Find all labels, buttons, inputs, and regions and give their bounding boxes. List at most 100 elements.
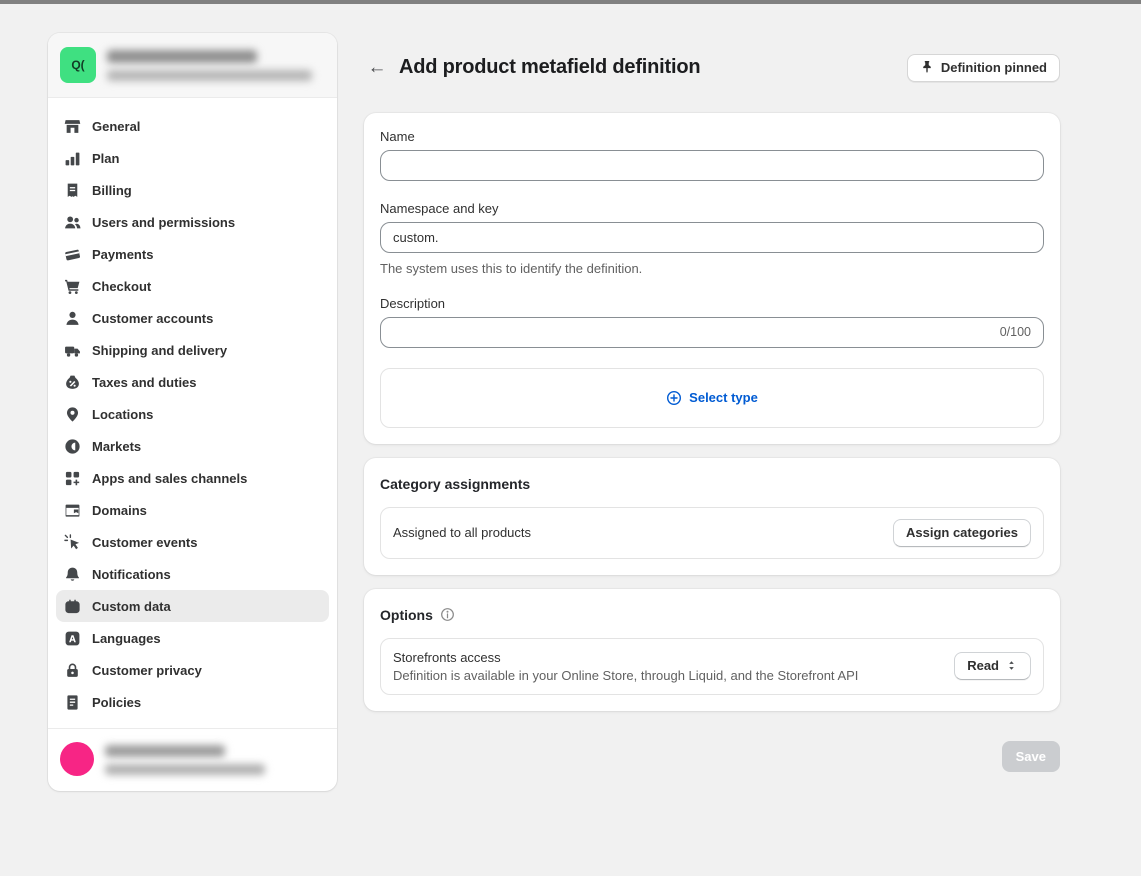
sidebar-item-label: Notifications — [92, 567, 171, 582]
main-content: ← Add product metafield definition Defin… — [364, 33, 1060, 772]
lock-icon — [64, 662, 81, 679]
globe-icon — [64, 438, 81, 455]
sidebar-item-label: Taxes and duties — [92, 375, 197, 390]
sidebar-item-label: Payments — [92, 247, 153, 262]
pinned-button-label: Definition pinned — [941, 60, 1047, 75]
name-field-group: Name — [380, 129, 1044, 181]
sidebar-item-label: Apps and sales channels — [92, 471, 247, 486]
sidebar-item-label: General — [92, 119, 140, 134]
sidebar-item-domains[interactable]: Domains — [56, 494, 329, 526]
location-pin-icon — [64, 406, 81, 423]
sidebar-item-general[interactable]: General — [56, 110, 329, 142]
store-info-redacted — [107, 47, 312, 81]
namespace-help-text: The system uses this to identify the def… — [380, 261, 1044, 276]
chevron-up-down-icon — [1005, 659, 1018, 672]
sidebar-item-languages[interactable]: Languages — [56, 622, 329, 654]
sidebar-item-label: Customer privacy — [92, 663, 202, 678]
plan-icon — [64, 150, 81, 167]
sidebar-item-users-permissions[interactable]: Users and permissions — [56, 206, 329, 238]
storefront-access-value: Read — [967, 658, 999, 673]
name-label: Name — [380, 129, 1044, 144]
domains-icon — [64, 502, 81, 519]
storefront-access-select[interactable]: Read — [954, 652, 1031, 680]
user-name-redacted — [105, 745, 225, 757]
taxes-icon — [64, 374, 81, 391]
sidebar-item-locations[interactable]: Locations — [56, 398, 329, 430]
back-button[interactable]: ← — [364, 55, 390, 81]
users-icon — [64, 214, 81, 231]
settings-sidebar: Q( General Plan Billing Users and pe — [48, 33, 337, 791]
person-icon — [64, 310, 81, 327]
definition-pinned-button[interactable]: Definition pinned — [907, 54, 1060, 82]
assigned-to-text: Assigned to all products — [393, 525, 893, 540]
select-type-box: Select type — [380, 368, 1044, 428]
select-type-button[interactable]: Select type — [660, 389, 764, 407]
sidebar-item-customer-accounts[interactable]: Customer accounts — [56, 302, 329, 334]
category-assignments-heading: Category assignments — [380, 476, 1044, 492]
sidebar-item-policies[interactable]: Policies — [56, 686, 329, 718]
storefronts-access-description: Definition is available in your Online S… — [393, 668, 954, 683]
sidebar-item-markets[interactable]: Markets — [56, 430, 329, 462]
sidebar-item-apps-sales-channels[interactable]: Apps and sales channels — [56, 462, 329, 494]
options-card: Options Storefronts access Definition is… — [364, 589, 1060, 711]
store-avatar: Q( — [60, 47, 96, 83]
settings-nav: General Plan Billing Users and permissio… — [48, 98, 337, 728]
plus-circle-icon — [666, 390, 682, 406]
page-header: ← Add product metafield definition Defin… — [364, 43, 1060, 93]
policies-icon — [64, 694, 81, 711]
namespace-label: Namespace and key — [380, 201, 1044, 216]
pin-icon — [920, 60, 934, 74]
namespace-field-group: Namespace and key The system uses this t… — [380, 201, 1044, 276]
sidebar-item-shipping-delivery[interactable]: Shipping and delivery — [56, 334, 329, 366]
sidebar-item-label: Users and permissions — [92, 215, 235, 230]
sidebar-item-taxes-duties[interactable]: Taxes and duties — [56, 366, 329, 398]
info-icon[interactable] — [440, 607, 455, 622]
window-bottom-strip — [0, 876, 1141, 884]
user-info-redacted — [105, 742, 265, 775]
select-type-label: Select type — [689, 390, 758, 405]
options-heading: Options — [380, 607, 1044, 623]
settings-layout: Q( General Plan Billing Users and pe — [0, 4, 1141, 791]
sidebar-item-payments[interactable]: Payments — [56, 238, 329, 270]
sidebar-item-custom-data[interactable]: Custom data — [56, 590, 329, 622]
sidebar-item-checkout[interactable]: Checkout — [56, 270, 329, 302]
languages-icon — [64, 630, 81, 647]
sidebar-item-label: Locations — [92, 407, 153, 422]
storefronts-access-title: Storefronts access — [393, 650, 954, 665]
sidebar-item-label: Languages — [92, 631, 161, 646]
sidebar-item-customer-events[interactable]: Customer events — [56, 526, 329, 558]
sidebar-item-label: Custom data — [92, 599, 171, 614]
save-row: Save — [364, 741, 1060, 772]
user-email-redacted — [105, 764, 265, 775]
store-name-redacted — [107, 50, 257, 63]
sidebar-item-label: Markets — [92, 439, 141, 454]
sidebar-item-customer-privacy[interactable]: Customer privacy — [56, 654, 329, 686]
user-footer — [48, 728, 337, 791]
billing-icon — [64, 182, 81, 199]
save-button[interactable]: Save — [1002, 741, 1060, 772]
namespace-input[interactable] — [380, 222, 1044, 253]
store-header: Q( — [48, 33, 337, 98]
assign-categories-button[interactable]: Assign categories — [893, 519, 1031, 547]
truck-icon — [64, 342, 81, 359]
storefronts-access-row: Storefronts access Definition is availab… — [380, 638, 1044, 695]
sidebar-item-label: Billing — [92, 183, 132, 198]
sidebar-item-label: Shipping and delivery — [92, 343, 227, 358]
user-avatar — [60, 742, 94, 776]
definition-form-card: Name Namespace and key The system uses t… — [364, 113, 1060, 444]
category-assignments-card: Category assignments Assigned to all pro… — [364, 458, 1060, 575]
sidebar-item-notifications[interactable]: Notifications — [56, 558, 329, 590]
sidebar-item-label: Plan — [92, 151, 119, 166]
cursor-click-icon — [64, 534, 81, 551]
sidebar-item-label: Policies — [92, 695, 141, 710]
sidebar-item-label: Domains — [92, 503, 147, 518]
description-field-group: Description 0/100 — [380, 296, 1044, 348]
page-title: Add product metafield definition — [399, 56, 700, 79]
sidebar-item-plan[interactable]: Plan — [56, 142, 329, 174]
options-heading-label: Options — [380, 607, 433, 623]
sidebar-item-billing[interactable]: Billing — [56, 174, 329, 206]
name-input[interactable] — [380, 150, 1044, 181]
custom-data-icon — [64, 598, 81, 615]
store-url-redacted — [107, 70, 312, 81]
description-input[interactable] — [380, 317, 1044, 348]
